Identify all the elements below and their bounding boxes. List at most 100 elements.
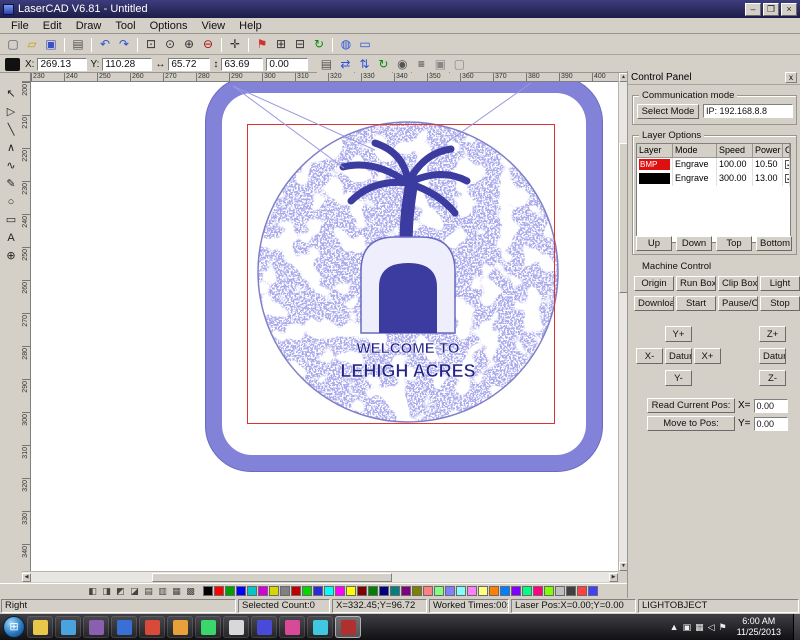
rect-tool[interactable]: ▭ xyxy=(2,212,20,229)
palette-swatch[interactable] xyxy=(203,586,213,596)
layer-mode-cell[interactable]: Engrave xyxy=(673,158,717,172)
palette-swatch[interactable] xyxy=(489,586,499,596)
palette-swatch[interactable] xyxy=(478,586,488,596)
clip-box-button[interactable]: Clip Box xyxy=(718,276,758,291)
palette-swatch[interactable] xyxy=(313,586,323,596)
lock-icon[interactable]: ◉ xyxy=(393,56,411,73)
taskbar-app-green[interactable] xyxy=(195,616,221,638)
palette-swatch[interactable] xyxy=(544,586,554,596)
start-button[interactable]: ⊞ xyxy=(3,616,25,638)
taskbar-app-folder[interactable] xyxy=(27,616,53,638)
download-button[interactable]: Download xyxy=(634,296,674,311)
run-box-button[interactable]: Run Box xyxy=(676,276,716,291)
distribute-v-icon[interactable]: ▥ xyxy=(156,585,169,598)
menu-draw[interactable]: Draw xyxy=(69,19,109,33)
select-mode-button[interactable]: Select Mode xyxy=(637,104,699,119)
palette-swatch[interactable] xyxy=(522,586,532,596)
menu-file[interactable]: File xyxy=(4,19,36,33)
align-left-icon[interactable]: ◧ xyxy=(86,585,99,598)
palette-swatch[interactable] xyxy=(357,586,367,596)
taskbar-app-purple[interactable] xyxy=(83,616,109,638)
jog-x-plus-button[interactable]: X+ xyxy=(694,348,721,364)
layer-power-cell[interactable]: 13.00 xyxy=(753,172,783,186)
palette-swatch[interactable] xyxy=(445,586,455,596)
start-button[interactable]: Start xyxy=(676,296,716,311)
palette-swatch[interactable] xyxy=(423,586,433,596)
refresh-icon[interactable]: ↻ xyxy=(310,36,328,53)
palette-swatch[interactable] xyxy=(346,586,356,596)
layer-column-header[interactable]: Out... xyxy=(783,144,790,158)
selection-rectangle[interactable] xyxy=(247,124,555,424)
text-tool[interactable]: A xyxy=(2,230,20,247)
y-position-field[interactable]: 110.28 xyxy=(102,58,152,71)
palette-swatch[interactable] xyxy=(214,586,224,596)
circle-tool[interactable]: ○ xyxy=(2,194,20,211)
jog-y-plus-button[interactable]: Y+ xyxy=(665,326,692,342)
show-desktop-button[interactable] xyxy=(793,614,800,640)
palette-swatch[interactable] xyxy=(511,586,521,596)
drawing-canvas[interactable]: WELCOME TO LEHIGH ACRES xyxy=(31,82,618,571)
curve-tool[interactable]: ∿ xyxy=(2,158,20,175)
menu-options[interactable]: Options xyxy=(143,19,195,33)
undo-icon[interactable]: ↶ xyxy=(96,36,114,53)
palette-swatch[interactable] xyxy=(577,586,587,596)
zoom-in-icon[interactable]: ⊕ xyxy=(180,36,198,53)
ungroup-icon[interactable]: ▢ xyxy=(450,56,468,73)
polyline-tool[interactable]: ∧ xyxy=(2,140,20,157)
zoom-window-icon[interactable]: ⊡ xyxy=(142,36,160,53)
monitor-icon[interactable]: ▭ xyxy=(356,36,374,53)
stop-button[interactable]: Stop xyxy=(760,296,800,311)
angle-field[interactable]: 0.00 xyxy=(266,58,308,71)
palette-swatch[interactable] xyxy=(379,586,389,596)
palette-swatch[interactable] xyxy=(236,586,246,596)
palette-swatch[interactable] xyxy=(456,586,466,596)
pick-object-icon[interactable] xyxy=(5,58,20,71)
align-bottom-icon[interactable]: ◪ xyxy=(128,585,141,598)
horizontal-scrollbar[interactable]: ◀ ▶ xyxy=(22,571,618,582)
layer-top-button[interactable]: Top xyxy=(716,236,752,251)
layer-up-button[interactable]: Up xyxy=(636,236,672,251)
light-button[interactable]: Light xyxy=(760,276,800,291)
palette-swatch[interactable] xyxy=(269,586,279,596)
palette-swatch[interactable] xyxy=(566,586,576,596)
palette-swatch[interactable] xyxy=(500,586,510,596)
menu-tool[interactable]: Tool xyxy=(108,19,142,33)
menu-help[interactable]: Help xyxy=(232,19,269,33)
measure-tool[interactable]: ⊕ xyxy=(2,248,20,265)
palette-swatch[interactable] xyxy=(280,586,290,596)
taskbar-app-blue[interactable] xyxy=(251,616,277,638)
tray-volume-icon[interactable]: ◁ xyxy=(708,622,715,633)
vertical-scrollbar[interactable]: ▲ ▼ xyxy=(618,73,627,571)
menu-view[interactable]: View xyxy=(194,19,232,33)
minimize-button[interactable]: – xyxy=(745,3,761,16)
save-icon[interactable]: ▣ xyxy=(42,36,60,53)
network-icon[interactable]: ◍ xyxy=(337,36,355,53)
palette-swatch[interactable] xyxy=(302,586,312,596)
jog-z-minus-button[interactable]: Z- xyxy=(759,370,786,386)
palette-swatch[interactable] xyxy=(247,586,257,596)
layer-output-checkbox[interactable]: ✓ xyxy=(785,174,790,183)
layer-column-header[interactable]: Power xyxy=(753,144,783,158)
origin-button[interactable]: Origin xyxy=(634,276,674,291)
height-field[interactable]: 63.69 xyxy=(221,58,263,71)
read-x-field[interactable]: 0.00 xyxy=(754,399,788,413)
taskbar-app-orange[interactable] xyxy=(167,616,193,638)
palette-swatch[interactable] xyxy=(390,586,400,596)
layer-down-button[interactable]: Down xyxy=(676,236,712,251)
width-field[interactable]: 65.72 xyxy=(168,58,210,71)
layer-bottom-button[interactable]: Bottom xyxy=(756,236,792,251)
redo-icon[interactable]: ↷ xyxy=(115,36,133,53)
x-position-field[interactable]: 269.13 xyxy=(37,58,87,71)
tray-flag-icon[interactable]: ⚑ xyxy=(719,622,727,633)
palette-swatch[interactable] xyxy=(335,586,345,596)
simulate-flag-icon[interactable]: ⚑ xyxy=(253,36,271,53)
new-file-icon[interactable]: ▢ xyxy=(4,36,22,53)
palette-swatch[interactable] xyxy=(467,586,477,596)
same-size-icon[interactable]: ▦ xyxy=(170,585,183,598)
align-top-icon[interactable]: ◩ xyxy=(114,585,127,598)
layer-speed-cell[interactable]: 300.00 xyxy=(717,172,753,186)
jog-x-minus-button[interactable]: X- xyxy=(636,348,663,364)
mirror-v-icon[interactable]: ⇅ xyxy=(355,56,373,73)
jog-datum-z-button[interactable]: Datum xyxy=(759,348,786,364)
title-bar[interactable]: LaserCAD V6.81 - Untitled – ❐ × xyxy=(0,0,800,18)
